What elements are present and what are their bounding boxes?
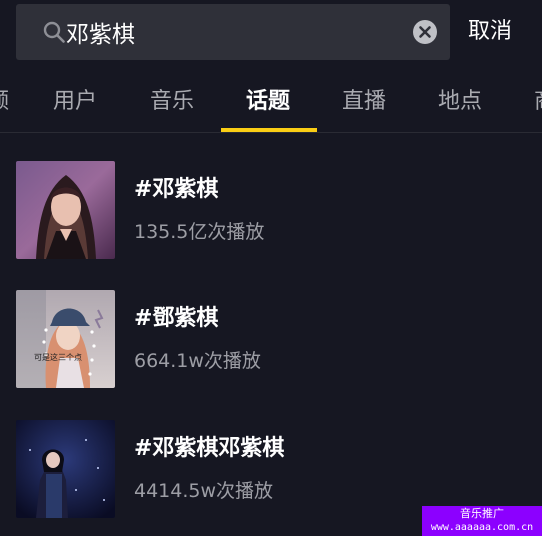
tab-bar: 频 用户 音乐 话题 直播 地点 商 xyxy=(0,72,542,133)
tab-video[interactable]: 频 xyxy=(0,72,9,132)
topic-result[interactable]: #邓紫棋邓紫棋 4414.5w次播放 xyxy=(16,420,536,518)
active-tab-indicator xyxy=(221,128,317,132)
clear-icon[interactable] xyxy=(412,19,438,45)
topic-title: #邓紫棋邓紫棋 xyxy=(134,436,285,461)
topic-title: #邓紫棋 xyxy=(134,177,219,202)
tab-live[interactable]: 直播 xyxy=(342,72,386,132)
search-bar[interactable] xyxy=(16,4,450,60)
topic-thumbnail xyxy=(16,420,115,518)
cancel-button[interactable]: 取消 xyxy=(468,12,512,52)
watermark-url: www.aaaaaa.com.cn xyxy=(430,522,534,533)
watermark-title: 音乐推广 xyxy=(460,507,504,520)
thumb-caption: 可是这三个点 xyxy=(34,352,82,362)
tab-places[interactable]: 地点 xyxy=(438,72,482,132)
tab-users[interactable]: 用户 xyxy=(53,72,97,132)
topic-title: #鄧紫棋 xyxy=(134,306,219,331)
topic-result[interactable]: 可是这三个点 #鄧紫棋 664.1w次播放 xyxy=(16,290,536,388)
search-icon xyxy=(43,21,65,43)
tab-shop[interactable]: 商 xyxy=(534,72,542,132)
topic-result[interactable]: #邓紫棋 135.5亿次播放 xyxy=(16,161,536,259)
topic-view-count: 135.5亿次播放 xyxy=(134,221,265,243)
search-input[interactable] xyxy=(66,14,396,50)
topic-thumbnail xyxy=(16,161,115,259)
topic-view-count: 664.1w次播放 xyxy=(134,350,261,372)
topic-thumbnail: 可是这三个点 xyxy=(16,290,115,388)
tab-topics[interactable]: 话题 xyxy=(246,72,290,132)
tab-music[interactable]: 音乐 xyxy=(150,72,194,132)
topic-view-count: 4414.5w次播放 xyxy=(134,480,274,502)
watermark-badge: 音乐推广 www.aaaaaa.com.cn xyxy=(422,506,542,536)
